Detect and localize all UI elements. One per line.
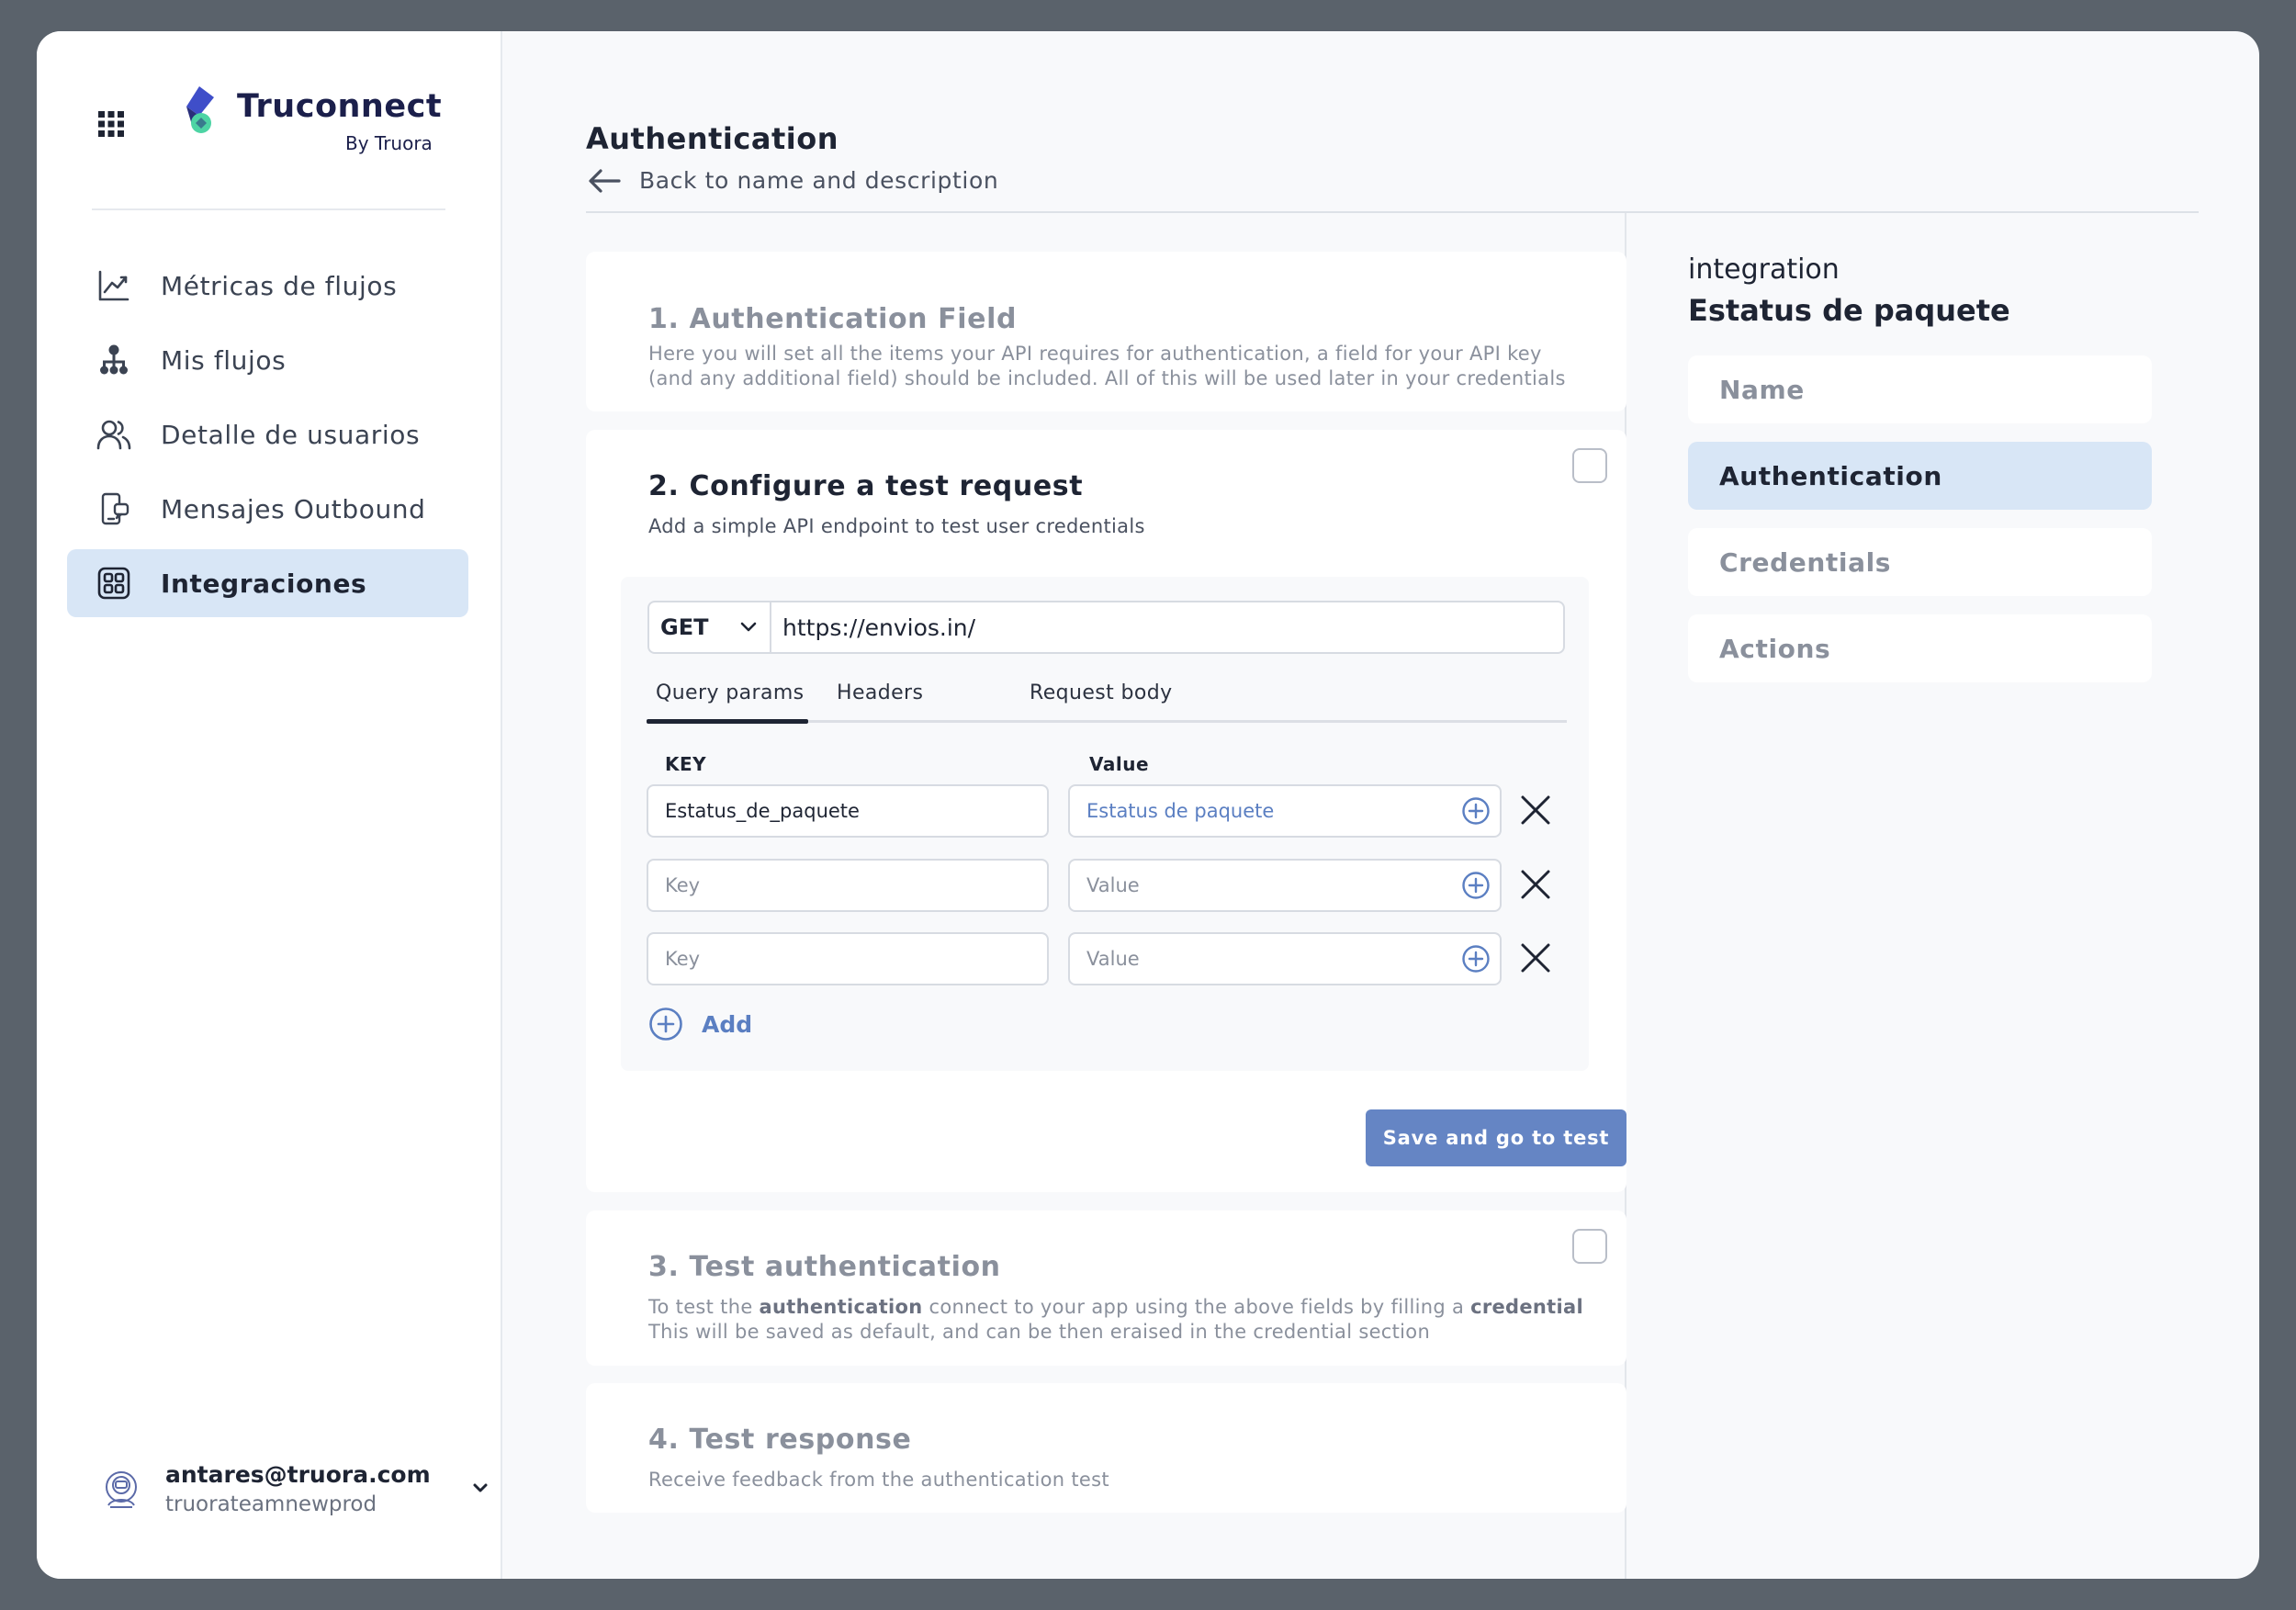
sidebar-item-mis-flujos[interactable]: Mis flujos — [67, 326, 468, 394]
sidebar: Truconnect By Truora Métricas de flujos — [37, 31, 502, 1579]
step-authentication-field[interactable]: 1. Authentication Field Here you will se… — [586, 252, 1626, 411]
key-column-header: KEY — [665, 753, 707, 775]
user-menu[interactable]: antares@truora.com truorateamnewprod — [101, 1459, 488, 1533]
step-description: Receive feedback from the authentication… — [648, 1469, 1109, 1491]
sidebar-item-label: Mensajes Outbound — [161, 493, 426, 524]
plus-circle-icon — [649, 1008, 682, 1041]
integrations-icon — [96, 566, 131, 601]
sidebar-nav: Métricas de flujos Mis flujos Detalle de… — [67, 252, 468, 624]
step-configure-test-request: 2. Configure a test request Add a simple… — [586, 430, 1626, 1192]
avatar — [101, 1469, 141, 1509]
text-segment: To test the — [648, 1296, 760, 1318]
add-variable-icon[interactable] — [1461, 871, 1491, 900]
brand-subtitle: By Truora — [345, 132, 433, 154]
user-email: antares@truora.com — [165, 1461, 431, 1488]
sidebar-divider — [92, 208, 445, 210]
step-description-line: This will be saved as default, and can b… — [648, 1321, 1431, 1343]
query-value-input[interactable] — [1068, 932, 1502, 985]
step-description-line: (and any additional field) should be inc… — [648, 367, 1566, 389]
brand-name: Truconnect — [237, 88, 443, 125]
back-link[interactable]: Back to name and description — [588, 167, 998, 194]
page-title: Authentication — [586, 121, 838, 156]
step-description-line: Here you will set all the items your API… — [648, 343, 1542, 365]
tab-request-body[interactable]: Request body — [1030, 681, 1173, 704]
truconnect-logo-icon — [179, 84, 219, 136]
add-variable-icon[interactable] — [1461, 944, 1491, 974]
method-select[interactable]: GET — [647, 601, 770, 654]
header-divider — [586, 211, 2199, 213]
step-title: 2. Configure a test request — [648, 470, 1084, 502]
arrow-left-icon — [589, 168, 621, 193]
integration-name: Estatus de paquete — [1688, 293, 2010, 328]
users-icon — [96, 417, 131, 452]
remove-row-icon[interactable] — [1519, 941, 1552, 974]
step-title: 4. Test response — [648, 1424, 912, 1456]
sidebar-item-mensajes-outbound[interactable]: Mensajes Outbound — [67, 475, 468, 543]
flow-icon — [96, 343, 131, 377]
tab-headers[interactable]: Headers — [837, 681, 923, 704]
step-test-authentication[interactable]: 3. Test authentication To test the authe… — [586, 1210, 1626, 1366]
add-variable-icon[interactable] — [1461, 796, 1491, 826]
method-select-value: GET — [660, 614, 709, 640]
step-title: 1. Authentication Field — [648, 303, 1018, 335]
text-segment-bold: credential — [1470, 1296, 1583, 1318]
text-segment-bold: authentication — [759, 1296, 923, 1318]
save-and-test-button[interactable]: Save and go to test — [1366, 1109, 1626, 1166]
user-team: truorateamnewprod — [165, 1492, 377, 1516]
sidebar-item-detalle-usuarios[interactable]: Detalle de usuarios — [67, 400, 468, 468]
sidebar-item-label: Detalle de usuarios — [161, 419, 421, 450]
query-key-input[interactable] — [647, 859, 1049, 912]
step-checkbox[interactable] — [1572, 448, 1607, 483]
integration-label: integration — [1688, 253, 1840, 286]
apps-grid-icon[interactable] — [97, 110, 125, 138]
step-test-response[interactable]: 4. Test response Receive feedback from t… — [586, 1383, 1626, 1513]
step-checkbox[interactable] — [1572, 1229, 1607, 1264]
step-description: Add a simple API endpoint to test user c… — [648, 515, 1145, 537]
sidebar-item-integraciones[interactable]: Integraciones — [67, 549, 468, 617]
step-description: Here you will set all the items your API… — [648, 342, 1566, 391]
tab-query-params[interactable]: Query params — [647, 681, 808, 724]
chevron-down-icon — [740, 622, 757, 632]
query-value-input[interactable] — [1068, 784, 1502, 838]
app-window: Truconnect By Truora Métricas de flujos — [37, 31, 2259, 1579]
sidebar-item-label: Mis flujos — [161, 344, 287, 376]
remove-row-icon[interactable] — [1519, 868, 1552, 901]
query-value-input[interactable] — [1068, 859, 1502, 912]
sidebar-item-label: Integraciones — [161, 568, 367, 599]
chart-icon — [96, 268, 131, 303]
remove-row-icon[interactable] — [1519, 794, 1552, 827]
query-key-input[interactable] — [647, 932, 1049, 985]
step-nav-authentication[interactable]: Authentication — [1688, 442, 2152, 510]
sidebar-item-label: Métricas de flujos — [161, 270, 398, 301]
query-key-input[interactable] — [647, 784, 1049, 838]
url-input[interactable] — [770, 601, 1565, 654]
sidebar-item-metricas[interactable]: Métricas de flujos — [67, 252, 468, 320]
back-link-label: Back to name and description — [639, 167, 999, 194]
add-param-button[interactable]: Add — [648, 1007, 752, 1041]
request-tabs: Query params Headers Request body — [647, 676, 1567, 724]
text-segment: connect to your app using the above fiel… — [922, 1296, 1471, 1318]
integration-steps: Name Authentication Credentials Actions — [1688, 355, 2152, 701]
add-param-label: Add — [702, 1010, 753, 1038]
step-nav-name[interactable]: Name — [1688, 355, 2152, 423]
step-nav-credentials[interactable]: Credentials — [1688, 528, 2152, 596]
chevron-down-icon[interactable] — [468, 1476, 492, 1500]
step-description: To test the authentication connect to yo… — [648, 1295, 1583, 1345]
message-icon — [96, 491, 131, 526]
step-description-line: To test the authentication connect to yo… — [648, 1295, 1583, 1320]
step-title: 3. Test authentication — [648, 1251, 1001, 1283]
step-nav-actions[interactable]: Actions — [1688, 614, 2152, 682]
value-column-header: Value — [1089, 753, 1150, 775]
